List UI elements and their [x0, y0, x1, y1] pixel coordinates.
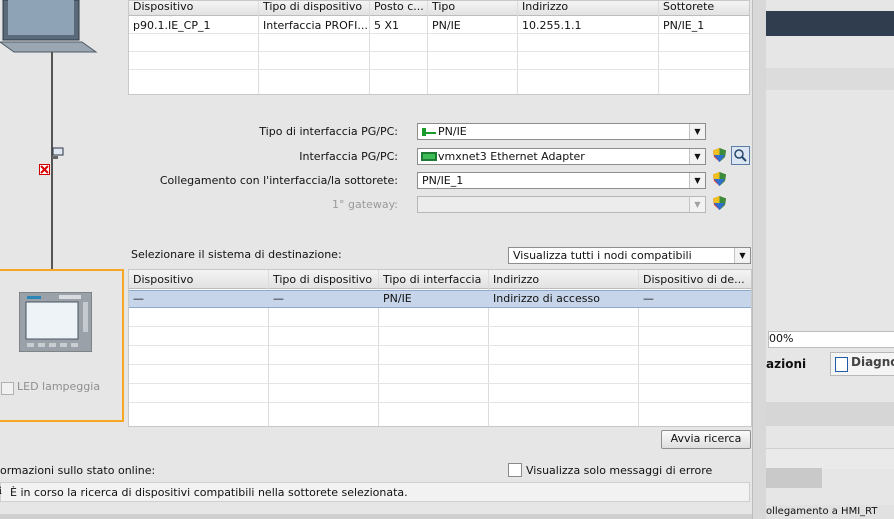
table-cell[interactable]: PN/IE: [428, 17, 517, 34]
chevron-down-icon[interactable]: ▼: [689, 124, 705, 139]
diagnostics-icon: [835, 357, 848, 372]
network-adapter-icon: [421, 151, 437, 162]
right-panel: 00% azioni Diagno ollegamento a HMI_RT: [766, 0, 894, 519]
col-header-sottorete[interactable]: Sottorete: [659, 0, 749, 15]
shield-icon[interactable]: [713, 172, 726, 186]
table-cell[interactable]: —: [269, 290, 378, 307]
col-header-tipo-interfaccia[interactable]: Tipo di interfaccia: [379, 271, 488, 288]
col-header-indirizzo[interactable]: Indirizzo: [489, 271, 638, 288]
interfaccia-value: vmxnet3 Ethernet Adapter: [438, 150, 585, 163]
pc-icon: [0, 0, 100, 60]
gray-band: [766, 68, 894, 90]
led-checkbox[interactable]: [1, 382, 14, 395]
info-icon: ℹ: [0, 486, 7, 497]
led-label: LED lampeggia: [17, 380, 101, 393]
col-header-indirizzo[interactable]: Indirizzo: [518, 0, 658, 15]
col-header-dispositivo[interactable]: Dispositivo: [129, 271, 268, 288]
table-cell[interactable]: —: [129, 290, 268, 307]
table-cell[interactable]: —: [639, 290, 751, 307]
tab-azioni[interactable]: azioni: [766, 354, 828, 374]
col-header-dispositivo-destinazione[interactable]: Dispositivo di de...: [639, 271, 751, 288]
gateway-label: 1° gateway:: [332, 198, 398, 211]
tab-diagnostica-label: Diagno: [851, 355, 894, 369]
target-system-label: Selezionare il sistema di destinazione:: [131, 248, 342, 261]
table-cell[interactable]: Interfaccia PROFI...: [259, 17, 369, 34]
col-header-tipo-dispositivo[interactable]: Tipo di dispositivo: [259, 0, 369, 15]
network-green-icon: [422, 127, 436, 137]
target-devices-table: Dispositivo Tipo di dispositivo Tipo di …: [128, 269, 752, 427]
target-filter-value: Visualizza tutti i nodi compatibili: [513, 249, 692, 262]
table-cell[interactable]: 10.255.1.1: [518, 17, 658, 34]
shield-icon[interactable]: [713, 196, 726, 210]
dark-title-bar: [766, 11, 894, 36]
tab-diagnostica[interactable]: Diagno: [830, 352, 894, 376]
chevron-down-icon[interactable]: ▼: [689, 149, 705, 164]
connected-devices-table: Dispositivo Tipo di dispositivo Posto c.…: [128, 0, 750, 95]
interfaccia-label: Interfaccia PG/PC:: [299, 150, 398, 163]
col-header-tipo-dispositivo[interactable]: Tipo di dispositivo: [269, 271, 378, 288]
collegamento-select[interactable]: PN/IE_1 ▼: [417, 172, 706, 189]
tipo-interfaccia-label: Tipo di interfaccia PG/PC:: [259, 125, 398, 138]
status-header: ormazioni sullo stato online:: [0, 464, 156, 477]
chevron-down-icon[interactable]: ▼: [734, 248, 750, 263]
interfaccia-select[interactable]: vmxnet3 Ethernet Adapter ▼: [417, 148, 706, 165]
zoom-value[interactable]: 00%: [768, 331, 894, 348]
footer-status: ollegamento a HMI_RT: [766, 505, 894, 519]
panel-row: [766, 402, 894, 426]
hmi-device-icon: [18, 291, 93, 353]
tipo-interfaccia-select[interactable]: PN/IE ▼: [417, 123, 706, 140]
error-icon: [39, 164, 50, 175]
status-message: È in corso la ricerca di dispositivi com…: [10, 486, 408, 499]
errors-only-checkbox[interactable]: [508, 463, 522, 477]
table-cell[interactable]: Indirizzo di accesso: [489, 290, 638, 307]
chevron-down-icon: ▼: [689, 197, 705, 212]
target-filter-select[interactable]: Visualizza tutti i nodi compatibili ▼: [508, 247, 751, 264]
vertical-separator[interactable]: [752, 0, 767, 519]
network-node-icon: [52, 147, 66, 159]
bottom-divider: [0, 514, 766, 519]
panel-row: [766, 448, 894, 469]
table-cell[interactable]: PN/IE: [379, 290, 488, 307]
shield-icon[interactable]: [713, 148, 726, 162]
collegamento-value: PN/IE_1: [422, 174, 464, 187]
panel-row: [766, 468, 822, 488]
collegamento-label: Collegamento con l'interfaccia/la sottor…: [159, 174, 398, 187]
errors-only-label: Visualizza solo messaggi di errore: [526, 464, 713, 477]
gateway-select[interactable]: ▼: [417, 196, 706, 213]
table-cell[interactable]: p90.1.IE_CP_1: [129, 17, 258, 34]
chevron-down-icon[interactable]: ▼: [689, 173, 705, 188]
col-header-dispositivo[interactable]: Dispositivo: [129, 0, 258, 15]
search-properties-button[interactable]: [731, 146, 750, 165]
table-cell[interactable]: 5 X1: [370, 17, 427, 34]
col-header-tipo[interactable]: Tipo: [428, 0, 517, 15]
tipo-interfaccia-value: PN/IE: [438, 125, 467, 138]
table-cell[interactable]: PN/IE_1: [659, 17, 749, 34]
magnifier-icon: [734, 149, 747, 162]
network-line: [51, 52, 53, 270]
col-header-posto[interactable]: Posto c...: [370, 0, 427, 15]
start-search-button[interactable]: Avvia ricerca: [661, 430, 751, 449]
